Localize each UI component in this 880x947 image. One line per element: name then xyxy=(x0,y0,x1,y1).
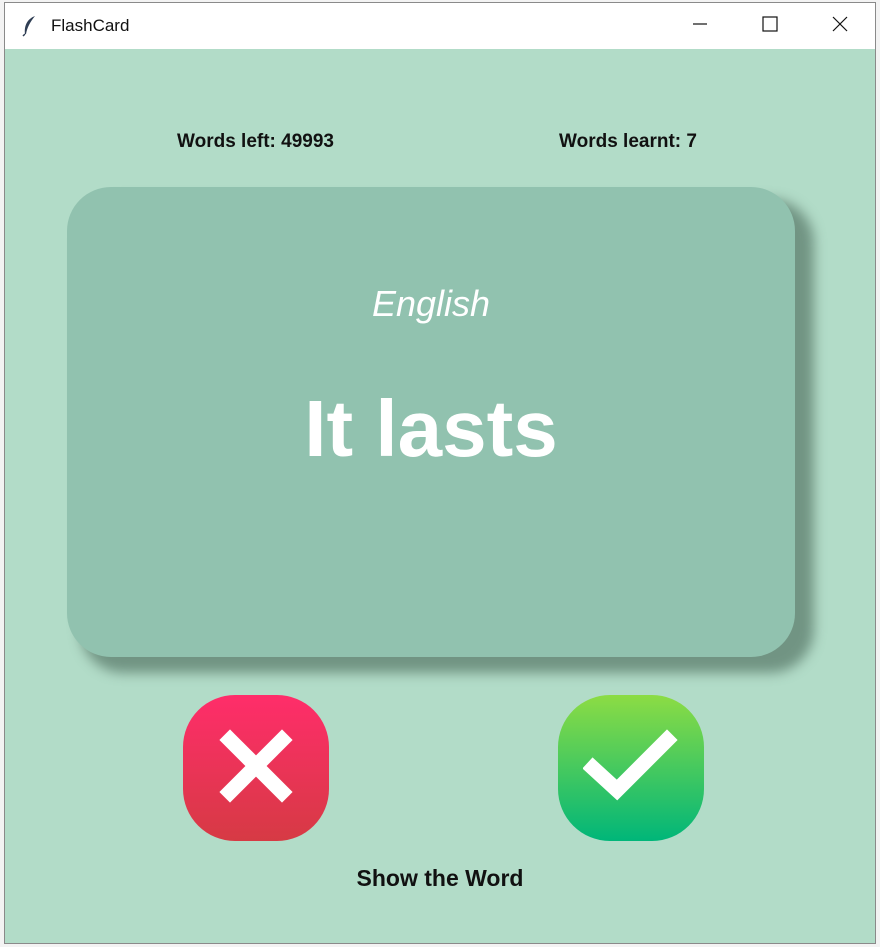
feather-icon xyxy=(19,15,41,37)
show-word-button[interactable]: Show the Word xyxy=(5,865,875,892)
check-icon xyxy=(582,726,679,811)
right-button[interactable] xyxy=(558,695,704,841)
flashcard: English It lasts xyxy=(67,187,795,657)
flashcard-window: FlashCard Words left: 49993 Words learnt… xyxy=(4,2,876,944)
words-learnt-label: Words learnt: 7 xyxy=(559,131,697,152)
minimize-button[interactable] xyxy=(665,3,735,49)
maximize-button[interactable] xyxy=(735,3,805,49)
desktop-background: FlashCard Words left: 49993 Words learnt… xyxy=(0,0,880,947)
close-button[interactable] xyxy=(805,3,875,49)
window-title: FlashCard xyxy=(51,16,130,35)
app-content: Words left: 49993 Words learnt: 7 Englis… xyxy=(5,49,875,943)
maximize-icon xyxy=(762,15,778,37)
card-word: It lasts xyxy=(304,384,558,473)
wrong-button[interactable] xyxy=(183,695,329,841)
card-language: English xyxy=(371,283,491,324)
close-icon xyxy=(832,16,848,37)
cross-icon xyxy=(216,726,296,811)
window-controls xyxy=(665,3,875,49)
words-left-label: Words left: 49993 xyxy=(177,131,334,152)
title-bar[interactable]: FlashCard xyxy=(5,3,875,49)
minimize-icon xyxy=(692,16,708,37)
